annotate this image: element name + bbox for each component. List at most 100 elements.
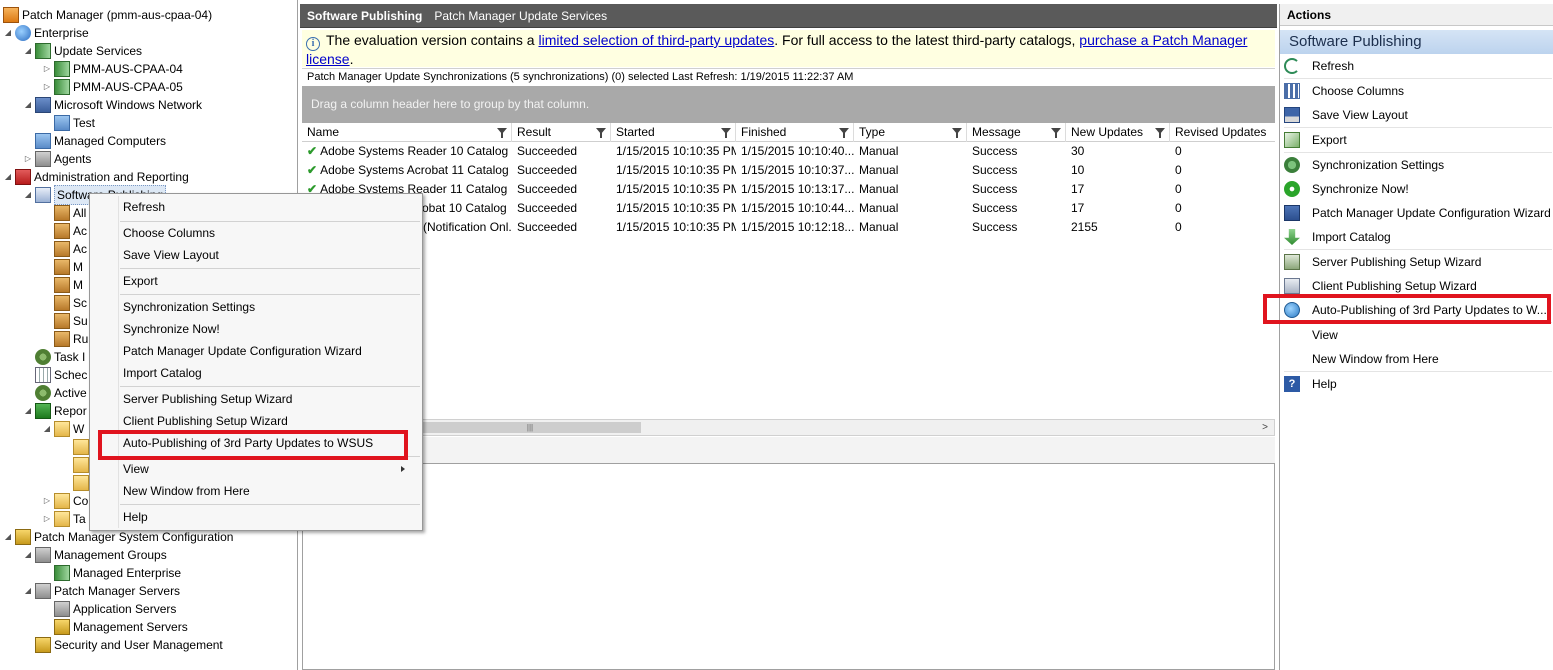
- report-icon: [73, 475, 89, 491]
- action-choose-columns[interactable]: Choose Columns: [1284, 79, 1552, 103]
- column-header-message[interactable]: Message: [967, 123, 1066, 142]
- column-header-finished[interactable]: Finished: [736, 123, 854, 142]
- tree-node-schedule[interactable]: Schec: [34, 366, 87, 384]
- expand-arrow-icon[interactable]: ▷: [41, 510, 53, 528]
- tree-node-server-04[interactable]: ▷ PMM-AUS-CPAA-04: [41, 60, 183, 78]
- filter-icon[interactable]: [1155, 128, 1165, 138]
- action-synchronization-settings[interactable]: Synchronization Settings: [1284, 153, 1552, 177]
- collapse-arrow-icon[interactable]: ◢: [41, 420, 53, 438]
- tree-node-management-servers[interactable]: Management Servers: [53, 618, 188, 636]
- tree-node-package[interactable]: M: [53, 276, 83, 294]
- filter-icon[interactable]: [596, 128, 606, 138]
- action-refresh[interactable]: Refresh: [1284, 54, 1552, 78]
- tree-node-package[interactable]: Su: [53, 312, 88, 330]
- action-update-configuration-wizard[interactable]: Patch Manager Update Configuration Wizar…: [1284, 201, 1552, 225]
- action-new-window[interactable]: New Window from Here: [1284, 347, 1552, 371]
- menu-item-choose-columns[interactable]: Choose Columns: [123, 222, 413, 244]
- menu-item-synchronize-now[interactable]: Synchronize Now!: [123, 318, 413, 340]
- tree-node-windows-network[interactable]: ◢ Microsoft Windows Network: [22, 96, 202, 114]
- column-header-started[interactable]: Started: [611, 123, 736, 142]
- table-row[interactable]: ✔ Adobe Systems Reader 11 Catalog Succeed…: [302, 180, 1275, 199]
- tree-node-package[interactable]: Ru: [53, 330, 88, 348]
- table-row[interactable]: ✔ Adobe Systems Reader 10 Catalog Succeed…: [302, 142, 1275, 161]
- filter-icon[interactable]: [839, 128, 849, 138]
- table-row[interactable]: obat 10 Catalog Succeeded 1/15/2015 10:1…: [302, 199, 1275, 218]
- group-by-area[interactable]: Drag a column header here to group by th…: [302, 86, 1275, 123]
- tree-node-application-servers[interactable]: Application Servers: [53, 600, 176, 618]
- filter-icon[interactable]: [497, 128, 507, 138]
- tree-node-managed-computers[interactable]: Managed Computers: [34, 132, 166, 150]
- collapse-arrow-icon[interactable]: ◢: [2, 528, 14, 546]
- tree-node-enterprise[interactable]: ◢ Enterprise: [2, 24, 89, 42]
- collapse-arrow-icon[interactable]: ◢: [22, 42, 34, 60]
- collapse-arrow-icon[interactable]: ◢: [22, 96, 34, 114]
- action-server-publishing-wizard[interactable]: Server Publishing Setup Wizard: [1284, 250, 1552, 274]
- tree-node-folder[interactable]: ◢ W: [41, 420, 84, 438]
- tree-node-folder[interactable]: ▷ Ta: [41, 510, 86, 528]
- action-import-catalog[interactable]: Import Catalog: [1284, 225, 1552, 249]
- tree-node-management-groups[interactable]: ◢ Management Groups: [22, 546, 167, 564]
- tree-node-reports[interactable]: ◢ Repor: [22, 402, 87, 420]
- menu-item-save-view-layout[interactable]: Save View Layout: [123, 244, 413, 266]
- filter-icon[interactable]: [1051, 128, 1061, 138]
- table-row[interactable]: (Notification Onl... Succeeded 1/15/2015…: [302, 218, 1275, 237]
- action-synchronize-now[interactable]: Synchronize Now!: [1284, 177, 1552, 201]
- expand-arrow-icon[interactable]: ▷: [41, 60, 53, 78]
- action-save-view-layout[interactable]: Save View Layout: [1284, 103, 1552, 127]
- tree-node-package[interactable]: Ac: [53, 240, 87, 258]
- expand-arrow-icon[interactable]: ▷: [22, 150, 34, 168]
- menu-item-update-configuration-wizard[interactable]: Patch Manager Update Configuration Wizar…: [123, 340, 413, 362]
- tree-node-agents[interactable]: ▷ Agents: [22, 150, 91, 168]
- collapse-arrow-icon[interactable]: ◢: [2, 24, 14, 42]
- column-header-new-updates[interactable]: New Updates: [1066, 123, 1170, 142]
- menu-item-synchronization-settings[interactable]: Synchronization Settings: [123, 296, 413, 318]
- menu-item-view[interactable]: View: [123, 458, 413, 480]
- tree-node-package[interactable]: M: [53, 258, 83, 276]
- action-help[interactable]: ? Help: [1284, 372, 1552, 396]
- menu-item-refresh[interactable]: Refresh: [123, 196, 413, 218]
- tree-node-active[interactable]: Active: [34, 384, 87, 402]
- filter-icon[interactable]: [721, 128, 731, 138]
- menu-item-export[interactable]: Export: [123, 270, 413, 292]
- tree-node-package[interactable]: All: [53, 204, 86, 222]
- tree-node-folder[interactable]: ▷ Co: [41, 492, 88, 510]
- tree-node-package[interactable]: Sc: [53, 294, 87, 312]
- collapse-arrow-icon[interactable]: ◢: [2, 168, 14, 186]
- tree-root[interactable]: Patch Manager (pmm-aus-cpaa-04): [2, 6, 212, 24]
- tree-node-patch-manager-servers[interactable]: ◢ Patch Manager Servers: [22, 582, 180, 600]
- collapse-arrow-icon[interactable]: ◢: [22, 402, 34, 420]
- collapse-arrow-icon[interactable]: ◢: [22, 582, 34, 600]
- tree-node-update-services[interactable]: ◢ Update Services: [22, 42, 142, 60]
- collapse-arrow-icon[interactable]: ◢: [22, 186, 34, 204]
- tree-node-server-05[interactable]: ▷ PMM-AUS-CPAA-05: [41, 78, 183, 96]
- menu-item-new-window[interactable]: New Window from Here: [123, 480, 413, 502]
- action-export[interactable]: Export: [1284, 128, 1552, 152]
- scrollbar-thumb[interactable]: |||: [419, 422, 641, 433]
- tree-node-test[interactable]: Test: [53, 114, 95, 132]
- menu-item-client-publishing-wizard[interactable]: Client Publishing Setup Wizard: [123, 410, 413, 432]
- collapse-arrow-icon[interactable]: ◢: [22, 546, 34, 564]
- cell-message: Success: [972, 220, 1018, 234]
- horizontal-scrollbar[interactable]: ||| >: [302, 419, 1275, 436]
- action-view[interactable]: View: [1284, 323, 1552, 347]
- tree-node-security[interactable]: Security and User Management: [34, 636, 223, 654]
- tree-node-managed-enterprise[interactable]: Managed Enterprise: [53, 564, 181, 582]
- pane-splitter[interactable]: [302, 437, 1275, 463]
- filter-icon[interactable]: [952, 128, 962, 138]
- menu-item-server-publishing-wizard[interactable]: Server Publishing Setup Wizard: [123, 388, 413, 410]
- limited-selection-link[interactable]: limited selection of third-party updates: [538, 32, 774, 48]
- tree-node-task[interactable]: Task I: [34, 348, 85, 366]
- column-header-result[interactable]: Result: [512, 123, 611, 142]
- table-row[interactable]: ✔ Adobe Systems Acrobat 11 Catalog Succee…: [302, 161, 1275, 180]
- column-header-name[interactable]: Name: [302, 123, 512, 142]
- scroll-right-arrow-icon[interactable]: >: [1258, 420, 1272, 435]
- expand-arrow-icon[interactable]: ▷: [41, 78, 53, 96]
- column-header-revised-updates[interactable]: Revised Updates: [1170, 123, 1275, 142]
- menu-item-import-catalog[interactable]: Import Catalog: [123, 362, 413, 384]
- menu-item-help[interactable]: Help: [123, 506, 413, 528]
- column-header-type[interactable]: Type: [854, 123, 967, 142]
- tree-node-administration[interactable]: ◢ Administration and Reporting: [2, 168, 189, 186]
- actions-section-title[interactable]: Software Publishing: [1280, 30, 1553, 54]
- tree-node-package[interactable]: Ac: [53, 222, 87, 240]
- expand-arrow-icon[interactable]: ▷: [41, 492, 53, 510]
